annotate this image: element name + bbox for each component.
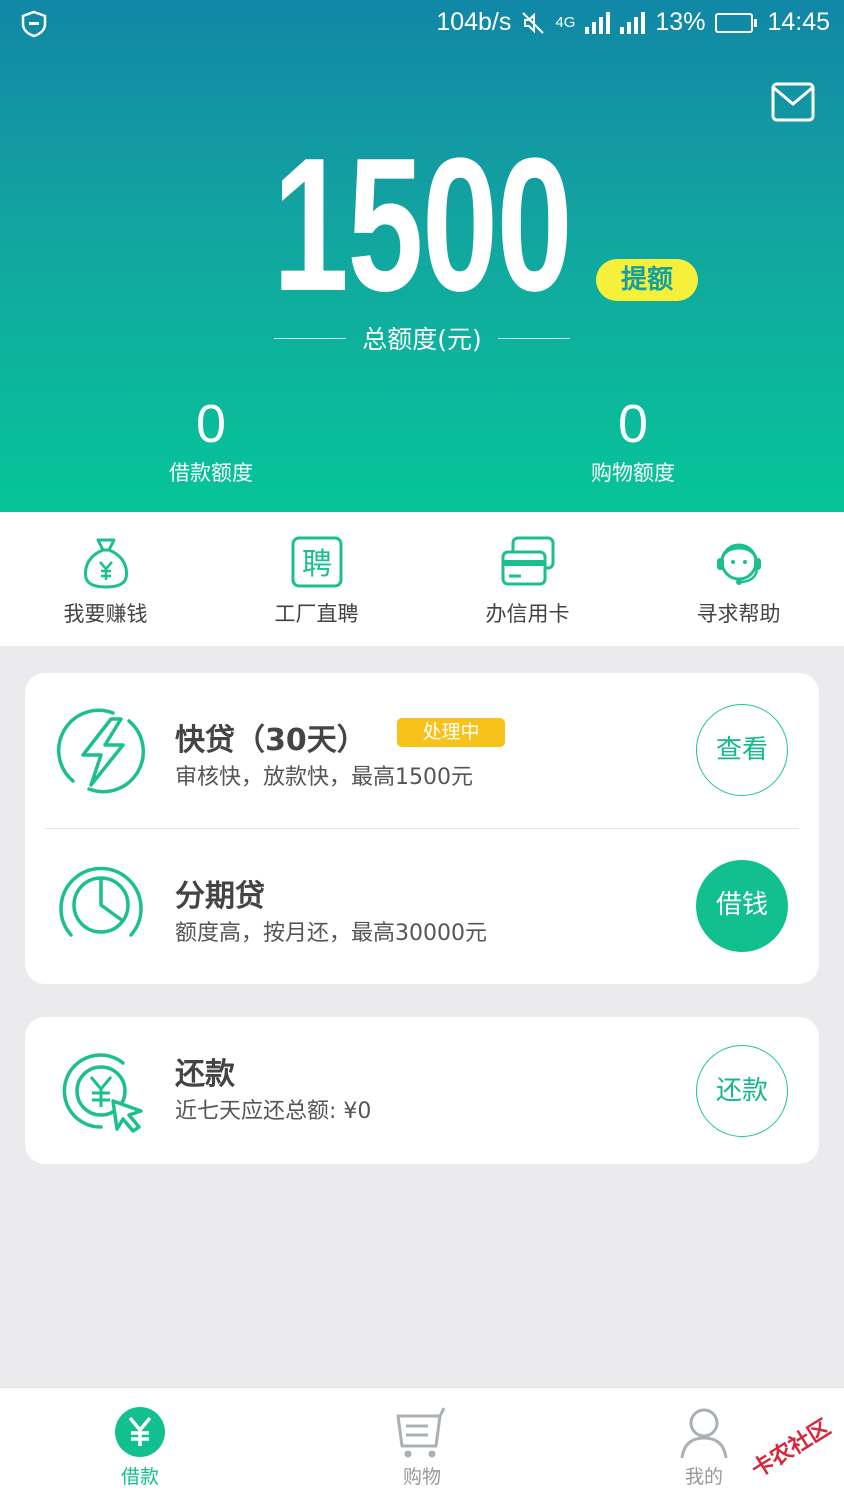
bottom-nav: 借款 购物 我的 (0, 1387, 844, 1500)
product-row-quick-loan[interactable]: 快贷（30天） 处理中 审核快，放款快，最高1500元 查看 (25, 673, 819, 828)
mail-icon[interactable] (770, 80, 816, 124)
shield-icon (21, 10, 47, 38)
product-title: 分期贷 (175, 879, 265, 914)
yuan-icon (115, 1407, 165, 1457)
loan-quota-value[interactable]: 0 (111, 395, 311, 453)
battery-percent: 13% (655, 8, 706, 36)
user-icon (680, 1408, 728, 1459)
money-bag-icon (83, 538, 128, 589)
customer-service-icon (716, 543, 761, 585)
nav-label: 购物 (402, 1466, 441, 1488)
total-label-row: 总额度(元) (0, 318, 844, 358)
hero-header: 104b/s 4G 13% 14:45 1500 提额 总额度(元) 0 借款额… (0, 0, 844, 512)
pie-chart-icon (59, 866, 143, 937)
nav-item-shopping[interactable]: 购物 (352, 1388, 492, 1500)
repay-row[interactable]: 还款 近七天应还总额: ¥0 还款 (25, 1017, 819, 1164)
product-desc: 额度高，按月还，最高30000元 (175, 921, 487, 946)
product-desc: 审核快，放款快，最高1500元 (175, 765, 473, 790)
repay-desc: 近七天应还总额: ¥0 (175, 1099, 372, 1124)
svg-text:聘: 聘 (302, 547, 332, 582)
quick-menu-factory-recruit[interactable]: 聘 工厂直聘 (211, 512, 422, 646)
cart-icon (396, 1407, 446, 1458)
divider-line (274, 337, 347, 339)
quick-menu-label: 办信用卡 (485, 602, 570, 626)
network-speed: 104b/s (436, 8, 512, 36)
quick-menu: 我要赚钱 聘 工厂直聘 办信用卡 寻求帮助 (0, 512, 844, 646)
total-label: 总额度(元) (362, 325, 482, 354)
signal-icon-2 (620, 11, 646, 34)
repay-button[interactable]: 还款 (696, 1045, 788, 1137)
network-type: 4G (555, 14, 576, 31)
loan-products-card: 快贷（30天） 处理中 审核快，放款快，最高1500元 查看 分期贷 额度高，按… (25, 673, 819, 984)
status-badge: 处理中 (397, 718, 505, 747)
credit-card-icon (501, 536, 554, 586)
watermark-logo: 卡农社区 (745, 1412, 835, 1482)
signal-icon (585, 11, 611, 34)
shopping-quota-value[interactable]: 0 (533, 395, 733, 453)
quick-menu-earn-money[interactable]: 我要赚钱 (0, 512, 211, 646)
shopping-quota-label[interactable]: 购物额度 (533, 457, 733, 487)
view-button[interactable]: 查看 (696, 704, 788, 796)
clock: 14:45 (767, 8, 830, 36)
quick-menu-credit-card[interactable]: 办信用卡 (422, 512, 633, 646)
repay-title: 还款 (175, 1057, 235, 1092)
loan-quota-label[interactable]: 借款额度 (111, 457, 311, 487)
product-row-installment-loan[interactable]: 分期贷 额度高，按月还，最高30000元 借钱 (25, 829, 819, 984)
quick-menu-label: 工厂直聘 (274, 602, 359, 626)
product-title: 快贷（30天） (175, 723, 367, 758)
mute-icon (522, 11, 545, 34)
quick-menu-label: 寻求帮助 (696, 602, 781, 626)
battery-icon (715, 12, 758, 33)
quick-menu-help[interactable]: 寻求帮助 (633, 512, 844, 646)
status-bar: 104b/s 4G 13% 14:45 (0, 0, 844, 50)
nav-label: 借款 (120, 1466, 159, 1488)
nav-item-loan[interactable]: 借款 (70, 1388, 210, 1500)
lightning-icon (56, 708, 146, 794)
quick-menu-label: 我要赚钱 (63, 602, 148, 626)
divider-line (497, 337, 570, 339)
raise-limit-button[interactable]: 提额 (596, 259, 698, 301)
yuan-cursor-icon (62, 1053, 143, 1133)
borrow-button[interactable]: 借钱 (696, 860, 788, 952)
recruit-icon: 聘 (291, 536, 342, 588)
repay-card: 还款 近七天应还总额: ¥0 还款 (25, 1017, 819, 1164)
